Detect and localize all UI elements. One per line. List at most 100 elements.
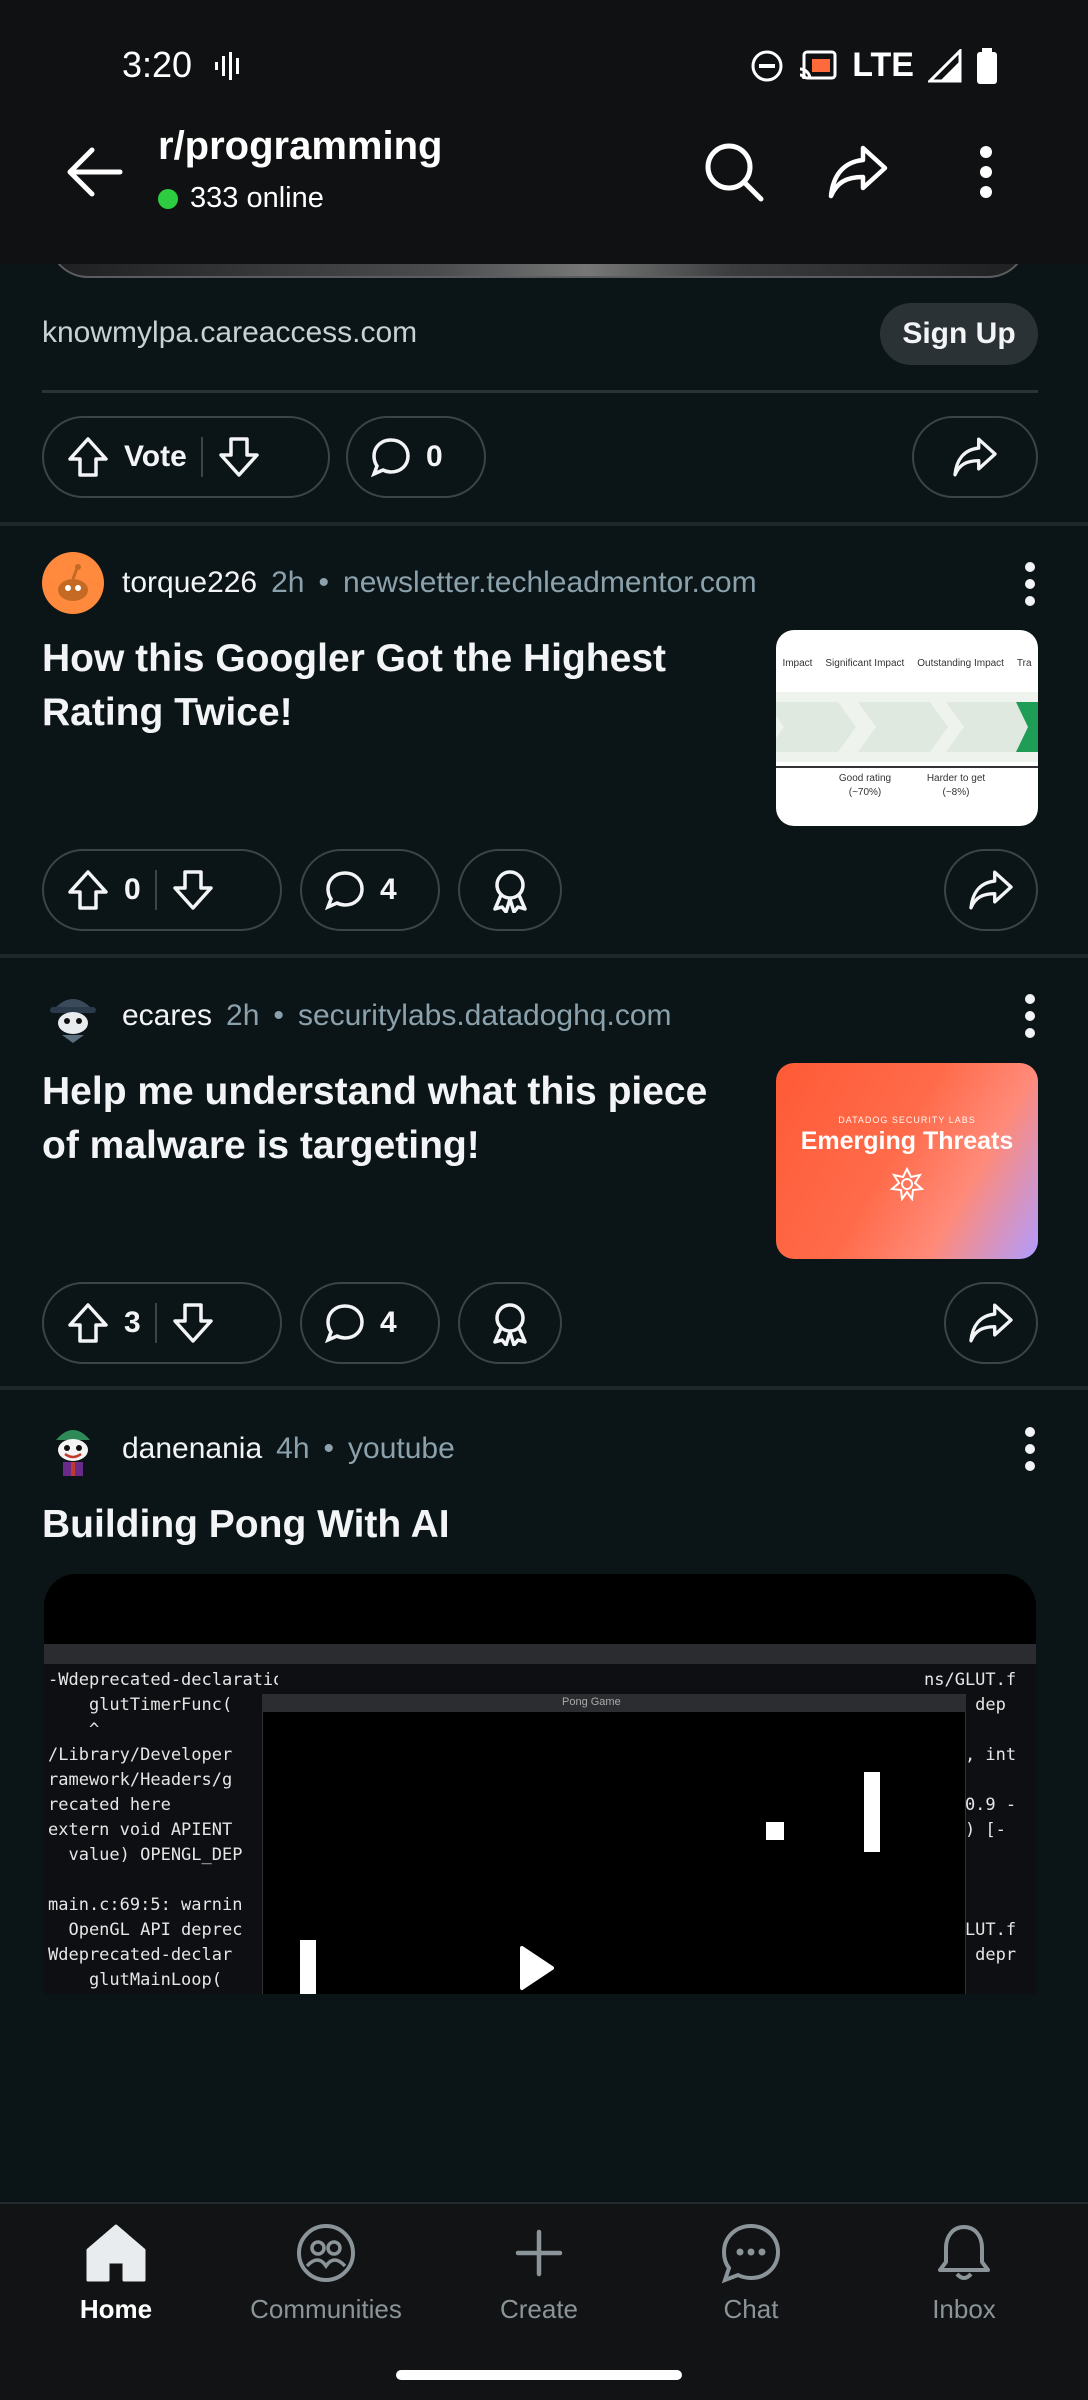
downvote-icon[interactable] xyxy=(217,435,261,479)
comments-button[interactable]: 4 xyxy=(300,1282,440,1364)
vote-score: 0 xyxy=(124,873,141,906)
award-button[interactable] xyxy=(458,849,562,931)
comment-count: 0 xyxy=(426,440,443,473)
upvote-icon[interactable] xyxy=(66,1301,110,1345)
kebab-menu-icon xyxy=(980,146,992,198)
meta-separator: • xyxy=(273,999,284,1032)
post-domain[interactable]: youtube xyxy=(348,1432,455,1466)
avatar[interactable] xyxy=(42,1418,104,1480)
nav-label: Inbox xyxy=(932,2294,996,2324)
ad-domain[interactable]: knowmylpa.careaccess.com xyxy=(42,316,417,350)
share-post-button[interactable] xyxy=(912,416,1038,498)
share-icon xyxy=(969,870,1013,910)
divider xyxy=(0,522,1088,526)
online-count: 333 online xyxy=(158,182,324,215)
post-title[interactable]: Help me understand what this piece of ma… xyxy=(42,1065,742,1173)
vote-label: Vote xyxy=(124,440,187,473)
snoo-avatar-icon xyxy=(58,564,88,601)
nav-chat[interactable]: Chat xyxy=(651,2222,851,2325)
video-player[interactable]: -Wdeprecated-declarations] glutTimerFunc… xyxy=(44,1574,1036,1994)
nav-communities[interactable]: Communities xyxy=(226,2222,426,2325)
more-options-button[interactable] xyxy=(950,136,1022,208)
vote-divider xyxy=(154,1303,157,1343)
post-age: 4h xyxy=(276,1432,310,1465)
thumbnail-text: Outstanding Impact xyxy=(917,658,1004,669)
divider xyxy=(0,954,1088,958)
back-arrow-icon[interactable] xyxy=(62,140,126,204)
post-domain[interactable]: newsletter.techleadmentor.com xyxy=(343,566,757,600)
post-author[interactable]: ecares xyxy=(122,999,212,1033)
comments-button[interactable]: 4 xyxy=(300,849,440,931)
award-button[interactable] xyxy=(458,1282,562,1364)
share-post-button[interactable] xyxy=(944,1282,1038,1364)
status-bar: 3:20 LTE xyxy=(0,0,1088,130)
downvote-icon[interactable] xyxy=(171,1301,215,1345)
share-post-button[interactable] xyxy=(944,849,1038,931)
virus-icon xyxy=(890,1167,924,1201)
status-icons: LTE xyxy=(750,46,998,85)
top-bar: 3:20 LTE r/programming 333 online xyxy=(0,0,1088,264)
post-domain[interactable]: securitylabs.datadoghq.com xyxy=(298,999,672,1033)
thumbnail-header-row: Impact Significant Impact Outstanding Im… xyxy=(776,658,1038,669)
search-button[interactable] xyxy=(698,136,770,208)
post-thumbnail[interactable]: DATADOG SECURITY LABS Emerging Threats xyxy=(776,1063,1038,1259)
thumbnail-text: Emerging Threats xyxy=(800,1127,1014,1155)
pong-titlebar: Pong Game xyxy=(262,1694,966,1712)
divider xyxy=(42,390,1038,393)
upvote-icon[interactable] xyxy=(66,868,110,912)
comment-count: 4 xyxy=(380,873,397,906)
nav-label: Create xyxy=(499,2294,579,2324)
comments-button[interactable]: 0 xyxy=(346,416,486,498)
post-meta: danenania 4h • youtube xyxy=(42,1418,455,1480)
nav-label: Home xyxy=(79,2294,153,2324)
comment-icon xyxy=(324,1304,364,1344)
pong-ball xyxy=(766,1822,784,1840)
thumbnail-text: Good rating (~70%) xyxy=(838,773,892,798)
divider xyxy=(0,1386,1088,1390)
downvote-icon[interactable] xyxy=(171,868,215,912)
post-thumbnail[interactable]: Impact Significant Impact Outstanding Im… xyxy=(776,630,1038,826)
comment-count: 4 xyxy=(380,1306,397,1339)
thumbnail-text: Harder to get (~8%) xyxy=(926,773,986,798)
nav-create[interactable]: Create xyxy=(439,2222,639,2325)
thumbnail-text: Tra xyxy=(1016,658,1032,669)
avatar[interactable] xyxy=(42,985,104,1047)
home-gesture-bar[interactable] xyxy=(396,2370,682,2380)
meta-separator: • xyxy=(323,1432,335,1465)
vote-control[interactable]: 3 xyxy=(42,1282,282,1364)
upvote-icon[interactable] xyxy=(66,435,110,479)
post-author[interactable]: torque226 xyxy=(122,566,257,600)
play-icon[interactable] xyxy=(516,1944,556,1992)
pong-paddle-left xyxy=(300,1940,316,1994)
online-label: 333 online xyxy=(190,182,324,214)
snoo-detective-avatar-icon xyxy=(50,999,96,1043)
nav-home[interactable]: Home xyxy=(16,2222,216,2325)
pong-window xyxy=(262,1694,966,1994)
nav-label: Chat xyxy=(723,2294,779,2324)
post-options-button[interactable] xyxy=(1010,986,1050,1046)
award-icon xyxy=(493,870,527,913)
subreddit-title[interactable]: r/programming xyxy=(158,124,442,169)
post-title[interactable]: How this Googler Got the Highest Rating … xyxy=(42,632,742,740)
meta-separator: • xyxy=(318,566,330,599)
battery-icon xyxy=(977,47,997,84)
share-button[interactable] xyxy=(822,136,894,208)
nav-inbox[interactable]: Inbox xyxy=(864,2222,1064,2325)
network-type: LTE xyxy=(852,46,914,84)
communities-icon xyxy=(297,2224,355,2282)
post-author[interactable]: danenania xyxy=(122,1432,262,1466)
post-title[interactable]: Building Pong With AI xyxy=(42,1498,1022,1552)
post-options-button[interactable] xyxy=(1010,1419,1050,1479)
kebab-menu-icon xyxy=(1025,562,1035,606)
post-options-button[interactable] xyxy=(1010,554,1050,614)
sign-up-button[interactable]: Sign Up xyxy=(880,303,1038,365)
thumbnail-text: DATADOG SECURITY LABS xyxy=(838,1115,976,1125)
home-icon xyxy=(86,2224,146,2282)
vote-control[interactable]: Vote xyxy=(42,416,330,498)
avatar[interactable] xyxy=(42,552,104,614)
search-icon xyxy=(705,143,764,202)
terminal-output: -Wdeprecated-declarations] glutTimerFunc… xyxy=(48,1670,278,1990)
vote-control[interactable]: 0 xyxy=(42,849,282,931)
online-dot-icon xyxy=(158,188,178,209)
pong-window-title: Pong Game xyxy=(562,1696,621,1708)
